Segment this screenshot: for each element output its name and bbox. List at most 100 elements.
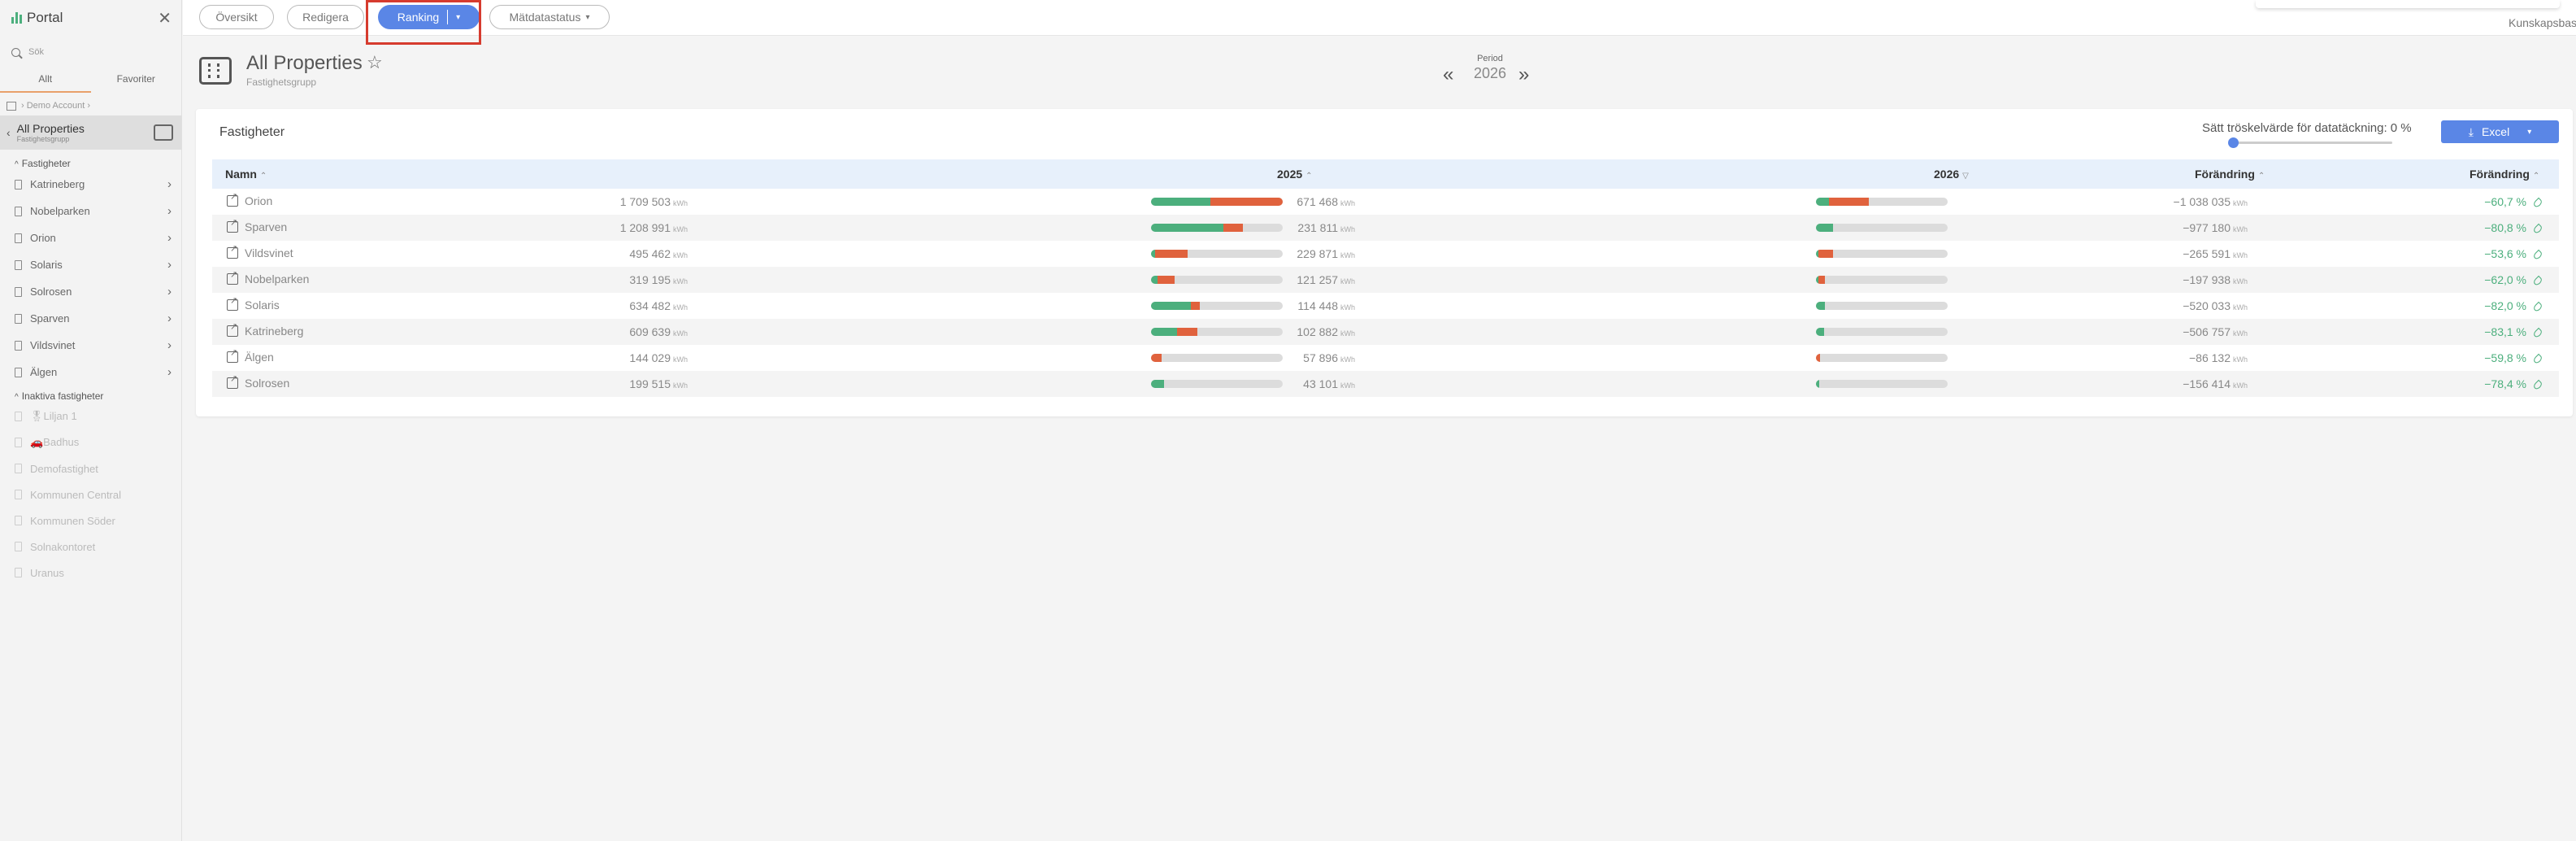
change-percent: −82,0 % [2484,299,2543,313]
col-change-pct-header[interactable]: Förändring ⌃ [2470,168,2539,181]
excel-export-button[interactable]: ⤓ Excel ▾ [2441,120,2559,143]
table-row[interactable]: Solaris 634 482kWh 114 448kWh −520 033kWh −8… [212,293,2559,319]
property-name[interactable]: Älgen [245,351,274,364]
external-link-icon[interactable] [227,191,238,207]
property-name[interactable]: Sparven [245,220,287,233]
sidebar-item[interactable]: Sparven › [0,305,181,332]
chevron-right-icon[interactable]: › [167,258,172,272]
property-name[interactable]: Vildsvinet [245,246,293,259]
chevron-right-icon[interactable]: › [167,312,172,325]
chevron-right-icon[interactable]: › [167,365,172,379]
bar-2026 [1816,302,1948,310]
sidebar-item[interactable]: 🎖Liljan 1 [0,403,181,429]
tab-all[interactable]: Allt [0,68,91,93]
property-name[interactable]: Solrosen [245,377,289,390]
col-2026-header[interactable]: 2026 ▽ [1934,168,1969,181]
section-inactive-properties[interactable]: ^ Inaktiva fastigheter [0,389,181,403]
external-link-icon[interactable] [227,269,238,285]
bar-segment-red [1158,276,1175,284]
sidebar-header: Portal [0,0,181,36]
close-icon[interactable]: ✕ [158,8,172,28]
active-property-list: Katrineberg › Nobelparken › Orion › Solaris › So… [0,171,181,386]
bar-segment-green [1151,302,1191,310]
sidebar-item[interactable]: Vildsvinet › [0,332,181,359]
section-active-properties[interactable]: ^ Fastigheter [0,156,181,171]
sidebar-item[interactable]: Solaris › [0,251,181,278]
property-name[interactable]: Solaris [245,298,280,312]
sidebar-item-label: Kommunen Söder [30,514,115,527]
bar-segment-green [1151,380,1165,388]
property-name[interactable]: Orion [245,194,272,207]
overview-button[interactable]: Översikt [199,5,274,29]
property-name[interactable]: Katrineberg [245,325,303,338]
table-row[interactable]: Älgen 144 029kWh 57 896kWh −86 132kWh −59,8 … [212,345,2559,371]
col-name-header[interactable]: Namn ⌃ [225,168,267,181]
bar-segment-green [1151,198,1210,206]
building-icon [15,313,22,324]
search-input[interactable]: Sök [0,36,181,68]
inactive-property-list: 🎖Liljan 1 🚗Badhus Demofastighet Kommunen Ce… [0,403,181,586]
table-row[interactable]: Sparven 1 208 991kWh 231 811kWh −977 180kWh… [212,215,2559,241]
external-link-icon[interactable] [227,295,238,311]
sidebar-item[interactable]: Katrineberg › [0,171,181,198]
external-link-icon[interactable] [227,243,238,259]
period-label: Period [1477,54,1503,63]
table-row[interactable]: Katrineberg 609 639kWh 102 882kWh −506 757k… [212,319,2559,345]
value-change: −520 033 kWh [2183,299,2248,312]
chevron-double-right-icon[interactable]: » [1518,63,1529,86]
star-icon[interactable]: ☆ [367,52,383,73]
table-row[interactable]: Solrosen 199 515kWh 43 101kWh −156 414kWh −7… [212,371,2559,397]
bar-2025 [1151,328,1283,336]
table-row[interactable]: Orion 1 709 503kWh 671 468kWh −1 038 035kWh… [212,189,2559,215]
knowledge-base-link[interactable]: Kunskapsbas [2509,16,2576,29]
value-2025: 634 482 kWh [629,299,688,312]
slider-handle[interactable] [2228,137,2239,148]
sidebar-item[interactable]: Demofastighet [0,455,181,482]
external-link-icon[interactable] [227,347,238,363]
tab-favorites[interactable]: Favoriter [91,68,182,93]
building-group-icon [199,57,232,85]
col-2025-header[interactable]: 2025 ⌃ [1277,168,1313,181]
change-percent: −59,8 % [2484,351,2543,365]
property-name[interactable]: Nobelparken [245,272,309,285]
bar-2025 [1151,198,1283,206]
breadcrumb[interactable]: › Demo Account › [0,96,181,115]
chevron-right-icon[interactable]: › [167,177,172,191]
external-link-icon[interactable] [227,373,238,389]
sidebar-item[interactable]: Kommunen Central [0,482,181,508]
selected-group[interactable]: ‹ All Properties Fastighetsgrupp [0,115,181,150]
building-icon [15,464,22,473]
change-percent: −53,6 % [2484,247,2543,261]
chevron-left-icon[interactable]: ‹ [7,126,11,139]
table-row[interactable]: Nobelparken 319 195kWh 121 257kWh −197 938k… [212,267,2559,293]
value-change: −506 757 kWh [2183,325,2248,338]
sidebar-tabs: Allt Favoriter [0,68,181,93]
bar-segment-red [1154,250,1188,258]
chevron-down-icon: ▾ [585,12,590,22]
chevron-right-icon[interactable]: › [167,338,172,352]
sidebar-item[interactable]: 🚗Badhus [0,429,181,455]
external-link-icon[interactable] [227,321,238,337]
sidebar-item[interactable]: Älgen › [0,359,181,386]
sort-icon: ⌃ [2532,172,2540,181]
building-icon [15,516,22,525]
card-title: Fastigheter [219,125,285,139]
sidebar-item[interactable]: Solnakontoret [0,534,181,560]
breadcrumb-account[interactable]: Demo Account [27,101,85,111]
selected-group-subtitle: Fastighetsgrupp [16,135,70,143]
chevron-right-icon[interactable]: › [167,204,172,218]
edit-button[interactable]: Redigera [287,5,364,29]
home-icon[interactable] [7,101,16,111]
chevron-right-icon[interactable]: › [167,231,172,245]
table-row[interactable]: Vildsvinet 495 462kWh 229 871kWh −265 591kW… [212,241,2559,267]
sidebar-item[interactable]: Orion › [0,224,181,251]
sidebar-item[interactable]: Uranus [0,560,181,586]
status-dropdown[interactable]: Mätdatastatus ▾ [489,5,610,29]
sidebar-item[interactable]: Solrosen › [0,278,181,305]
chevron-right-icon[interactable]: › [167,285,172,298]
external-link-icon[interactable] [227,217,238,233]
col-change-header[interactable]: Förändring ⌃ [2195,168,2265,181]
sidebar-item[interactable]: Nobelparken › [0,198,181,224]
threshold-slider[interactable] [2233,142,2392,144]
sidebar-item[interactable]: Kommunen Söder [0,508,181,534]
